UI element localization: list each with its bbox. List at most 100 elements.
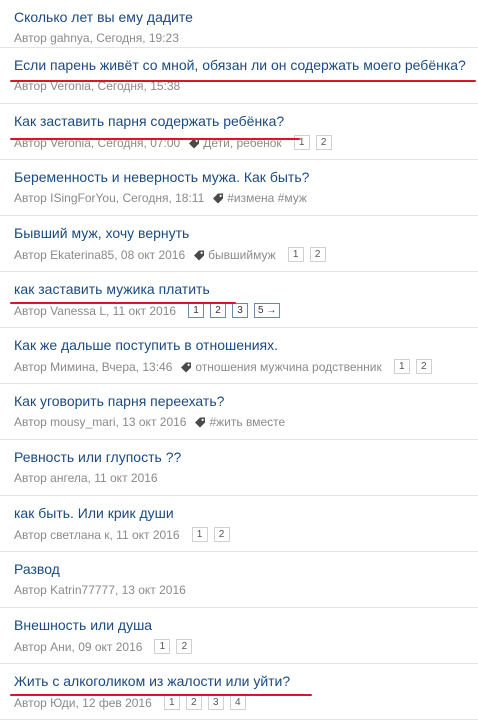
author-name[interactable]: светлана к xyxy=(50,528,109,542)
topic-tag[interactable]: #измена #муж xyxy=(212,191,307,205)
author-name[interactable]: Katrin77777 xyxy=(50,583,115,597)
tag-icon xyxy=(213,193,224,204)
topic-meta: Автор Мимина, Вчера, 13:46 отношения мужч… xyxy=(14,359,478,374)
author-name[interactable]: Vanessa L xyxy=(50,304,106,318)
topic-title-link[interactable]: Сколько лет вы ему дадите xyxy=(14,8,193,26)
topic-date: 13 окт 2016 xyxy=(121,583,186,597)
highlight-underline xyxy=(10,138,300,140)
topic-date: Сегодня, 19:23 xyxy=(96,31,179,45)
author-prefix: Автор xyxy=(14,359,47,374)
page-link[interactable]: 2 xyxy=(185,695,202,710)
topic-meta: Автор Katrin77777, 13 окт 2016 xyxy=(14,583,186,597)
topic-date: Вчера, 13:46 xyxy=(101,359,173,374)
topic-meta: Автор mousy_mari, 13 окт 2016 #жить вмест… xyxy=(14,415,286,429)
author-prefix: Автор xyxy=(14,639,47,654)
topic-row: Беременность и неверность мужа. Как быть… xyxy=(0,160,478,216)
topic-date: 08 окт 2016 xyxy=(120,247,186,262)
highlight-underline xyxy=(10,302,236,304)
author-prefix: Автор xyxy=(14,527,47,542)
topic-tag-label: #измена #муж xyxy=(227,191,307,205)
topic-title-link[interactable]: Жить с алкоголиком из жалости или уйти? xyxy=(14,672,290,690)
author-prefix: Автор xyxy=(14,247,47,262)
tag-icon xyxy=(181,362,192,372)
topic-date: 09 окт 2016 xyxy=(78,639,143,654)
pagination: 12 xyxy=(393,359,438,374)
topic-row: Как уговорить парня переехать? Автор mous… xyxy=(0,384,478,440)
highlight-underline xyxy=(10,80,476,82)
topic-row: как заставить мужика платить Автор Vaness… xyxy=(0,272,478,328)
author-prefix: Автор xyxy=(14,471,47,485)
topic-date: 11 окт 2016 xyxy=(94,471,158,485)
page-link[interactable]: 1 xyxy=(191,527,208,542)
topic-title-link[interactable]: как быть. Или крик души xyxy=(14,504,174,522)
author-name[interactable]: Мимина xyxy=(50,360,95,374)
page-link[interactable]: 5 → xyxy=(254,303,281,318)
topic-title-link[interactable]: как заставить мужика платить xyxy=(14,280,210,298)
topic-title-link[interactable]: Бывший муж, хочу вернуть xyxy=(14,224,189,242)
topic-title-link[interactable]: Внешность или душа xyxy=(14,616,152,634)
topic-meta: Автор светлана к, 11 окт 2016 1 2 xyxy=(14,527,478,542)
topic-tag[interactable]: отношения мужчина родственник xyxy=(180,359,382,374)
tag-icon xyxy=(194,250,205,260)
topic-row: Развод Автор Katrin77777, 13 окт 2016 xyxy=(0,552,478,608)
topic-row: как быть. Или крик души Автор светлана к,… xyxy=(0,496,478,552)
topic-title-link[interactable]: Как уговорить парня переехать? xyxy=(14,392,224,410)
page-link[interactable]: 1 xyxy=(163,695,180,710)
topic-date: 11 окт 2016 xyxy=(116,527,180,542)
page-link[interactable]: 1 xyxy=(154,639,171,654)
topic-row: Если парень живёт со мной, обязан ли он … xyxy=(0,48,478,104)
author-name[interactable]: gahnya xyxy=(50,31,89,45)
topic-row: Внешность или душа Автор Ани, 09 окт 2016… xyxy=(0,608,478,664)
topic-row: Бывший муж, хочу вернуть Автор Ekaterina8… xyxy=(0,216,478,272)
topic-title-link[interactable]: Если парень живёт со мной, обязан ли он … xyxy=(14,56,466,74)
topic-tag[interactable]: бывшиймуж xyxy=(193,247,276,262)
topic-meta: Автор gahnya, Сегодня, 19:23 xyxy=(14,31,179,45)
page-link[interactable]: 2 xyxy=(415,359,432,374)
topic-tag-label: отношения мужчина родственник xyxy=(195,359,382,374)
page-link[interactable]: 2 xyxy=(309,247,326,262)
author-name[interactable]: ISingForYou xyxy=(50,191,116,205)
topic-tag-label: #жить вместе xyxy=(209,415,286,429)
pagination: 1234 xyxy=(163,695,252,710)
topic-date: Сегодня, 18:11 xyxy=(122,191,205,205)
author-name[interactable]: Ekaterina85 xyxy=(50,248,114,262)
page-link[interactable]: 2 xyxy=(315,135,332,150)
page-link[interactable]: 3 xyxy=(207,695,224,710)
topic-tag[interactable]: #жить вместе xyxy=(194,415,285,429)
author-name[interactable]: ангела xyxy=(50,471,87,485)
topic-row: Сколько лет вы ему дадите Автор gahnya, С… xyxy=(0,0,478,48)
topic-title-link[interactable]: Ревность или глупость ?? xyxy=(14,448,181,466)
topic-list: Сколько лет вы ему дадите Автор gahnya, С… xyxy=(0,0,478,720)
topic-title-link[interactable]: Как же дальше поступить в отношениях. xyxy=(14,336,278,354)
topic-meta: Автор ISingForYou, Сегодня, 18:11 #измена… xyxy=(14,191,307,205)
author-prefix: Автор xyxy=(14,303,47,318)
topic-title-link[interactable]: Как заставить парня содержать ребёнка? xyxy=(14,112,284,130)
topic-date: 11 окт 2016 xyxy=(112,303,177,318)
topic-date: 13 окт 2016 xyxy=(122,415,187,429)
author-name[interactable]: Юди xyxy=(50,696,75,710)
page-link[interactable]: 1 xyxy=(393,359,410,374)
page-link[interactable]: 1 xyxy=(188,303,205,318)
page-link[interactable]: 2 xyxy=(176,639,193,654)
page-link[interactable]: 4 xyxy=(229,695,246,710)
topic-meta: Автор Ани, 09 окт 2016 1 2 xyxy=(14,639,478,654)
author-prefix: Автор xyxy=(14,415,47,429)
page-link[interactable]: 2 xyxy=(210,303,227,318)
topic-meta: Автор ангела, 11 окт 2016 xyxy=(14,471,158,485)
author-prefix: Автор xyxy=(14,695,47,710)
page-link[interactable]: 2 xyxy=(213,527,230,542)
page-link[interactable]: 3 xyxy=(232,303,249,318)
pagination: 12 xyxy=(293,135,338,150)
author-name[interactable]: Ани xyxy=(50,640,71,654)
topic-title-link[interactable]: Беременность и неверность мужа. Как быть… xyxy=(14,168,309,186)
page-link[interactable]: 1 xyxy=(287,247,304,262)
author-prefix: Автор xyxy=(14,583,47,597)
topic-tag-label: бывшиймуж xyxy=(208,247,276,262)
topic-meta: Автор Vanessa L, 11 окт 2016 1 2 3 5 → xyxy=(14,303,478,318)
pagination: 12 xyxy=(191,527,236,542)
topic-title-link[interactable]: Развод xyxy=(14,560,60,578)
topic-meta: Автор Ekaterina85, 08 окт 2016 бывшиймуж 1… xyxy=(14,247,478,262)
topic-date: 12 фев 2016 xyxy=(82,695,152,710)
author-name[interactable]: mousy_mari xyxy=(50,415,115,429)
highlight-underline xyxy=(10,694,312,696)
